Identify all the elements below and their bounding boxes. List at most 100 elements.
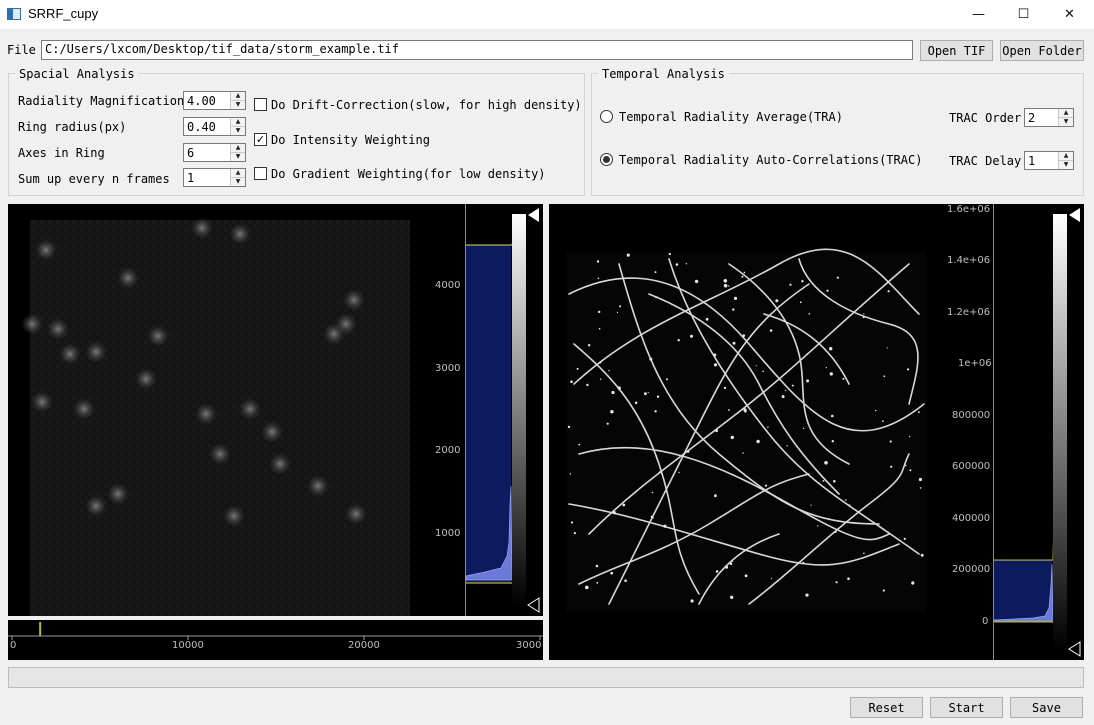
spin-down-icon[interactable]: ▼ bbox=[231, 153, 245, 161]
localization-dot bbox=[723, 386, 727, 390]
drift-correction-checkbox[interactable] bbox=[254, 98, 267, 111]
minimize-button[interactable]: — bbox=[956, 0, 1001, 29]
open-tif-button[interactable]: Open TIF bbox=[920, 40, 993, 61]
frame-timeline[interactable]: 0 10000 20000 3000 bbox=[8, 620, 543, 660]
localization-dot bbox=[905, 464, 907, 467]
axes-in-ring-label: Axes in Ring bbox=[18, 146, 105, 160]
level-region bbox=[466, 244, 511, 584]
fluorescence-spot bbox=[117, 267, 139, 289]
spinbox-value: 6 bbox=[187, 146, 195, 160]
localization-dot bbox=[883, 375, 886, 378]
right-hist-tick: 1e+06 bbox=[958, 358, 992, 370]
trac-order-spinbox[interactable]: 2 ▲ ▼ bbox=[1024, 108, 1074, 127]
app-icon bbox=[7, 8, 21, 20]
fluorescence-spot bbox=[307, 475, 329, 497]
localization-dot bbox=[863, 313, 865, 315]
localization-dot bbox=[767, 426, 769, 428]
localization-dot bbox=[810, 504, 812, 506]
localization-dot bbox=[663, 524, 667, 528]
spin-up-icon[interactable]: ▲ bbox=[231, 144, 245, 153]
srrf-result-viewer[interactable]: 1.6e+06 1.4e+06 1.2e+06 1e+06 800000 600… bbox=[549, 204, 1084, 660]
window-title: SRRF_cupy bbox=[28, 6, 99, 21]
drift-correction-label: Do Drift-Correction(slow, for high densi… bbox=[271, 98, 582, 112]
localization-dot bbox=[887, 290, 890, 293]
radiality-magnification-spinbox[interactable]: 4.00 ▲ ▼ bbox=[183, 91, 246, 110]
localization-dot bbox=[585, 585, 589, 590]
localization-dot bbox=[677, 339, 680, 342]
left-hist-tick: 3000 bbox=[435, 362, 461, 374]
spin-down-icon[interactable]: ▼ bbox=[231, 101, 245, 109]
intensity-weighting-checkbox[interactable]: ✓ bbox=[254, 133, 267, 146]
localization-dot bbox=[656, 395, 660, 398]
spin-down-icon[interactable]: ▼ bbox=[231, 127, 245, 135]
localization-dot bbox=[756, 439, 760, 444]
localization-dot bbox=[599, 361, 602, 364]
localization-dot bbox=[608, 369, 610, 372]
trac-radio[interactable] bbox=[600, 153, 613, 166]
localization-dot bbox=[732, 308, 735, 311]
localization-dot bbox=[675, 263, 679, 266]
gradient-weighting-checkbox[interactable] bbox=[254, 167, 267, 180]
spin-down-icon[interactable]: ▼ bbox=[231, 178, 245, 186]
tra-radio[interactable] bbox=[600, 110, 613, 123]
trac-order-label: TRAC Order bbox=[949, 111, 1022, 125]
localization-dot bbox=[690, 334, 693, 338]
localization-dot bbox=[626, 253, 630, 257]
spinbox-value: 1 bbox=[187, 171, 195, 185]
localization-dot bbox=[829, 347, 833, 351]
localization-dot bbox=[694, 279, 699, 284]
sum-frames-spinbox[interactable]: 1 ▲ ▼ bbox=[183, 168, 246, 187]
temporal-analysis-group bbox=[591, 73, 1084, 196]
close-button[interactable]: ✕ bbox=[1047, 0, 1092, 29]
open-folder-button[interactable]: Open Folder bbox=[1000, 40, 1084, 61]
localization-dot bbox=[875, 409, 877, 412]
localization-dot bbox=[705, 317, 709, 321]
localization-dot bbox=[730, 435, 734, 440]
spin-up-icon[interactable]: ▲ bbox=[1059, 152, 1073, 161]
localization-dot bbox=[863, 552, 865, 555]
right-histogram-canvas bbox=[993, 204, 1081, 660]
localization-dot bbox=[619, 305, 622, 308]
localization-dot bbox=[713, 353, 717, 357]
spin-up-icon[interactable]: ▲ bbox=[231, 118, 245, 127]
file-path-input[interactable]: C:/Users/lxcom/Desktop/tif_data/storm_ex… bbox=[41, 40, 913, 60]
localization-dot bbox=[825, 367, 827, 369]
localization-dot bbox=[911, 581, 915, 585]
localization-dot bbox=[654, 271, 657, 274]
localization-dot bbox=[573, 532, 576, 535]
localization-dot bbox=[775, 299, 779, 303]
localization-dot bbox=[802, 561, 805, 564]
localization-dot bbox=[764, 484, 768, 487]
right-histogram[interactable] bbox=[993, 204, 1084, 660]
start-button[interactable]: Start bbox=[930, 697, 1003, 718]
localization-dot bbox=[715, 429, 718, 433]
axes-in-ring-spinbox[interactable]: 6 ▲ ▼ bbox=[183, 143, 246, 162]
localization-dot bbox=[890, 465, 893, 468]
localization-dot bbox=[728, 285, 730, 287]
reset-button[interactable]: Reset bbox=[850, 697, 923, 718]
localization-dot bbox=[616, 311, 619, 313]
localization-dot bbox=[801, 280, 804, 283]
localization-dot bbox=[799, 301, 802, 304]
save-button[interactable]: Save bbox=[1010, 697, 1083, 718]
localization-dot bbox=[598, 327, 601, 330]
fluorescence-spot bbox=[135, 368, 157, 390]
localization-dot bbox=[743, 271, 746, 274]
trac-delay-spinbox[interactable]: 1 ▲ ▼ bbox=[1024, 151, 1074, 170]
maximize-button[interactable]: ☐ bbox=[1001, 0, 1046, 29]
localization-dot bbox=[831, 440, 834, 443]
timeline-tick: 10000 bbox=[172, 640, 204, 651]
raw-image-viewer[interactable]: 4000 3000 2000 1000 bbox=[8, 204, 543, 616]
spin-down-icon[interactable]: ▼ bbox=[1059, 161, 1073, 169]
spin-up-icon[interactable]: ▲ bbox=[231, 169, 245, 178]
localization-dot bbox=[909, 469, 912, 472]
spin-up-icon[interactable]: ▲ bbox=[231, 92, 245, 101]
left-histogram[interactable] bbox=[465, 204, 543, 616]
spin-down-icon[interactable]: ▼ bbox=[1059, 118, 1073, 126]
spin-up-icon[interactable]: ▲ bbox=[1059, 109, 1073, 118]
localization-dot bbox=[578, 443, 581, 446]
fluorescence-spot bbox=[223, 505, 245, 527]
radiality-magnification-label: Radiality Magnification bbox=[18, 94, 185, 108]
ring-radius-spinbox[interactable]: 0.40 ▲ ▼ bbox=[183, 117, 246, 136]
progress-bar bbox=[8, 667, 1084, 688]
